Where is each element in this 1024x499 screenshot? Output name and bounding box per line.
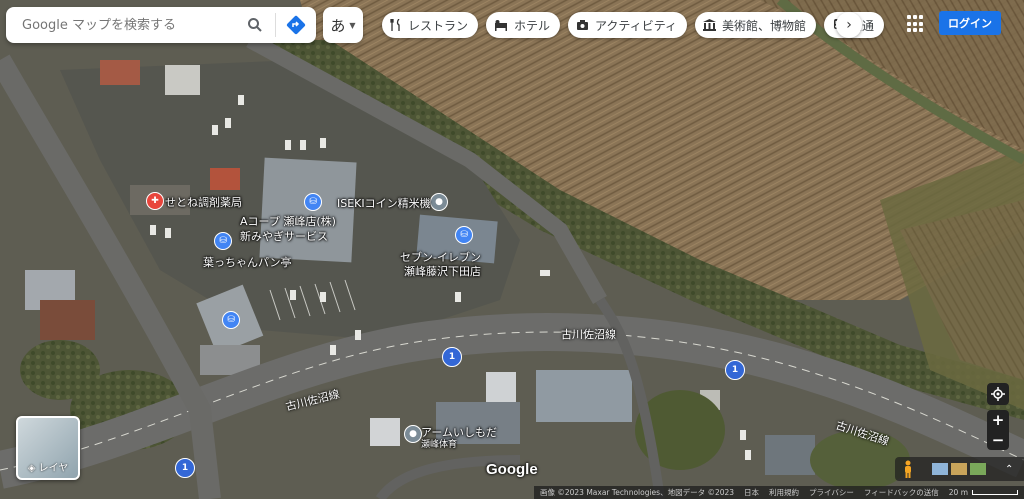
directions-button[interactable] xyxy=(276,7,316,43)
place-label-coop[interactable]: Aコープ 瀬峰店(株) xyxy=(240,213,336,229)
shop-pin-icon[interactable]: ⛁ xyxy=(304,193,322,211)
search-icon xyxy=(248,18,262,32)
pegman-icon[interactable] xyxy=(901,460,915,478)
crosshair-icon xyxy=(991,387,1005,401)
chip-label: アクティビティ xyxy=(595,18,677,33)
chip-activity[interactable]: アクティビティ xyxy=(568,12,687,38)
bed-icon xyxy=(495,20,508,31)
login-button[interactable]: ログイン xyxy=(939,11,1001,35)
place-label-rice[interactable]: ISEKIコイン精米機 xyxy=(337,195,431,211)
chip-restaurant[interactable]: レストラン xyxy=(382,12,479,38)
chip-label: 美術館、博物館 xyxy=(722,18,807,33)
chips-next-button[interactable]: › xyxy=(836,12,862,38)
country-link[interactable]: 日本 xyxy=(744,487,759,498)
imagery-thumbnail[interactable] xyxy=(951,463,967,475)
zoom-control: + − xyxy=(987,410,1009,450)
zoom-in-button[interactable]: + xyxy=(992,410,1005,430)
layers-label: ◈ レイヤ xyxy=(27,463,69,474)
search-input[interactable] xyxy=(6,9,235,41)
route-badge: 1 xyxy=(175,458,195,478)
satellite-map[interactable] xyxy=(0,0,1024,499)
chip-hotel[interactable]: ホテル xyxy=(486,12,561,38)
layers-icon: ◈ xyxy=(27,463,36,474)
attribution-bar: 画像 ©2023 Maxar Technologies、地図データ ©2023 … xyxy=(0,486,1024,499)
search-box xyxy=(6,7,316,43)
directions-icon xyxy=(286,15,306,35)
apps-grid-icon[interactable] xyxy=(907,15,925,33)
fork-knife-icon xyxy=(390,19,400,31)
category-chips: レストラン ホテル アクティビティ 美術館、博物館 交通 xyxy=(382,12,885,38)
my-location-button[interactable] xyxy=(987,383,1009,405)
chevron-right-icon: › xyxy=(846,17,852,33)
place-pin-icon[interactable]: ● xyxy=(430,193,448,211)
place-label-seven-branch[interactable]: 瀬峰藤沢下田店 xyxy=(404,263,481,279)
shop-pin-icon[interactable]: ⛁ xyxy=(214,232,232,250)
privacy-link[interactable]: プライバシー xyxy=(809,487,854,498)
layers-button[interactable]: ◈ レイヤ xyxy=(16,416,80,480)
route-badge: 1 xyxy=(442,347,462,367)
imagery-credit: 画像 ©2023 Maxar Technologies、地図データ ©2023 xyxy=(539,488,735,497)
terms-link[interactable]: 利用規約 xyxy=(769,487,799,498)
attribution: 画像 ©2023 Maxar Technologies、地図データ ©2023 … xyxy=(533,486,1024,499)
imagery-thumbnail[interactable] xyxy=(932,463,948,475)
zoom-out-button[interactable]: − xyxy=(992,430,1005,450)
place-label-armshop-sub[interactable]: 瀬峰体育 xyxy=(421,437,457,450)
chip-label: ホテル xyxy=(514,18,551,33)
google-logo: Google xyxy=(486,461,538,478)
pharmacy-pin-icon[interactable]: ✚ xyxy=(146,192,164,210)
place-label-bakery[interactable]: 葉っちゃんパン亭 xyxy=(203,254,292,270)
route-badge: 1 xyxy=(725,360,745,380)
street-view-panel: ⌃ xyxy=(895,457,1024,481)
ime-label: あ xyxy=(330,16,346,35)
ime-toggle[interactable]: あ ▼ xyxy=(323,7,363,43)
shop-pin-icon[interactable]: ⛁ xyxy=(222,311,240,329)
place-label-coop-service[interactable]: 新みやぎサービス xyxy=(240,228,328,244)
place-label-pharmacy[interactable]: せとね調剤薬局 xyxy=(165,194,242,210)
place-pin-icon[interactable]: ● xyxy=(404,425,422,443)
expand-icon[interactable]: ⌃ xyxy=(1005,464,1013,475)
chip-museum[interactable]: 美術館、博物館 xyxy=(695,12,817,38)
store-pin-icon[interactable]: ⛁ xyxy=(455,226,473,244)
camera-icon xyxy=(577,20,589,30)
imagery-thumbnail[interactable] xyxy=(970,463,986,475)
chip-label: レストラン xyxy=(408,18,469,33)
road-label: 古川佐沼線 xyxy=(561,328,616,341)
museum-icon xyxy=(703,19,716,31)
chevron-down-icon: ▼ xyxy=(349,20,356,30)
scale-indicator[interactable]: 20 m xyxy=(949,488,1018,497)
search-button[interactable] xyxy=(235,7,275,43)
feedback-link[interactable]: フィードバックの送信 xyxy=(864,487,939,498)
